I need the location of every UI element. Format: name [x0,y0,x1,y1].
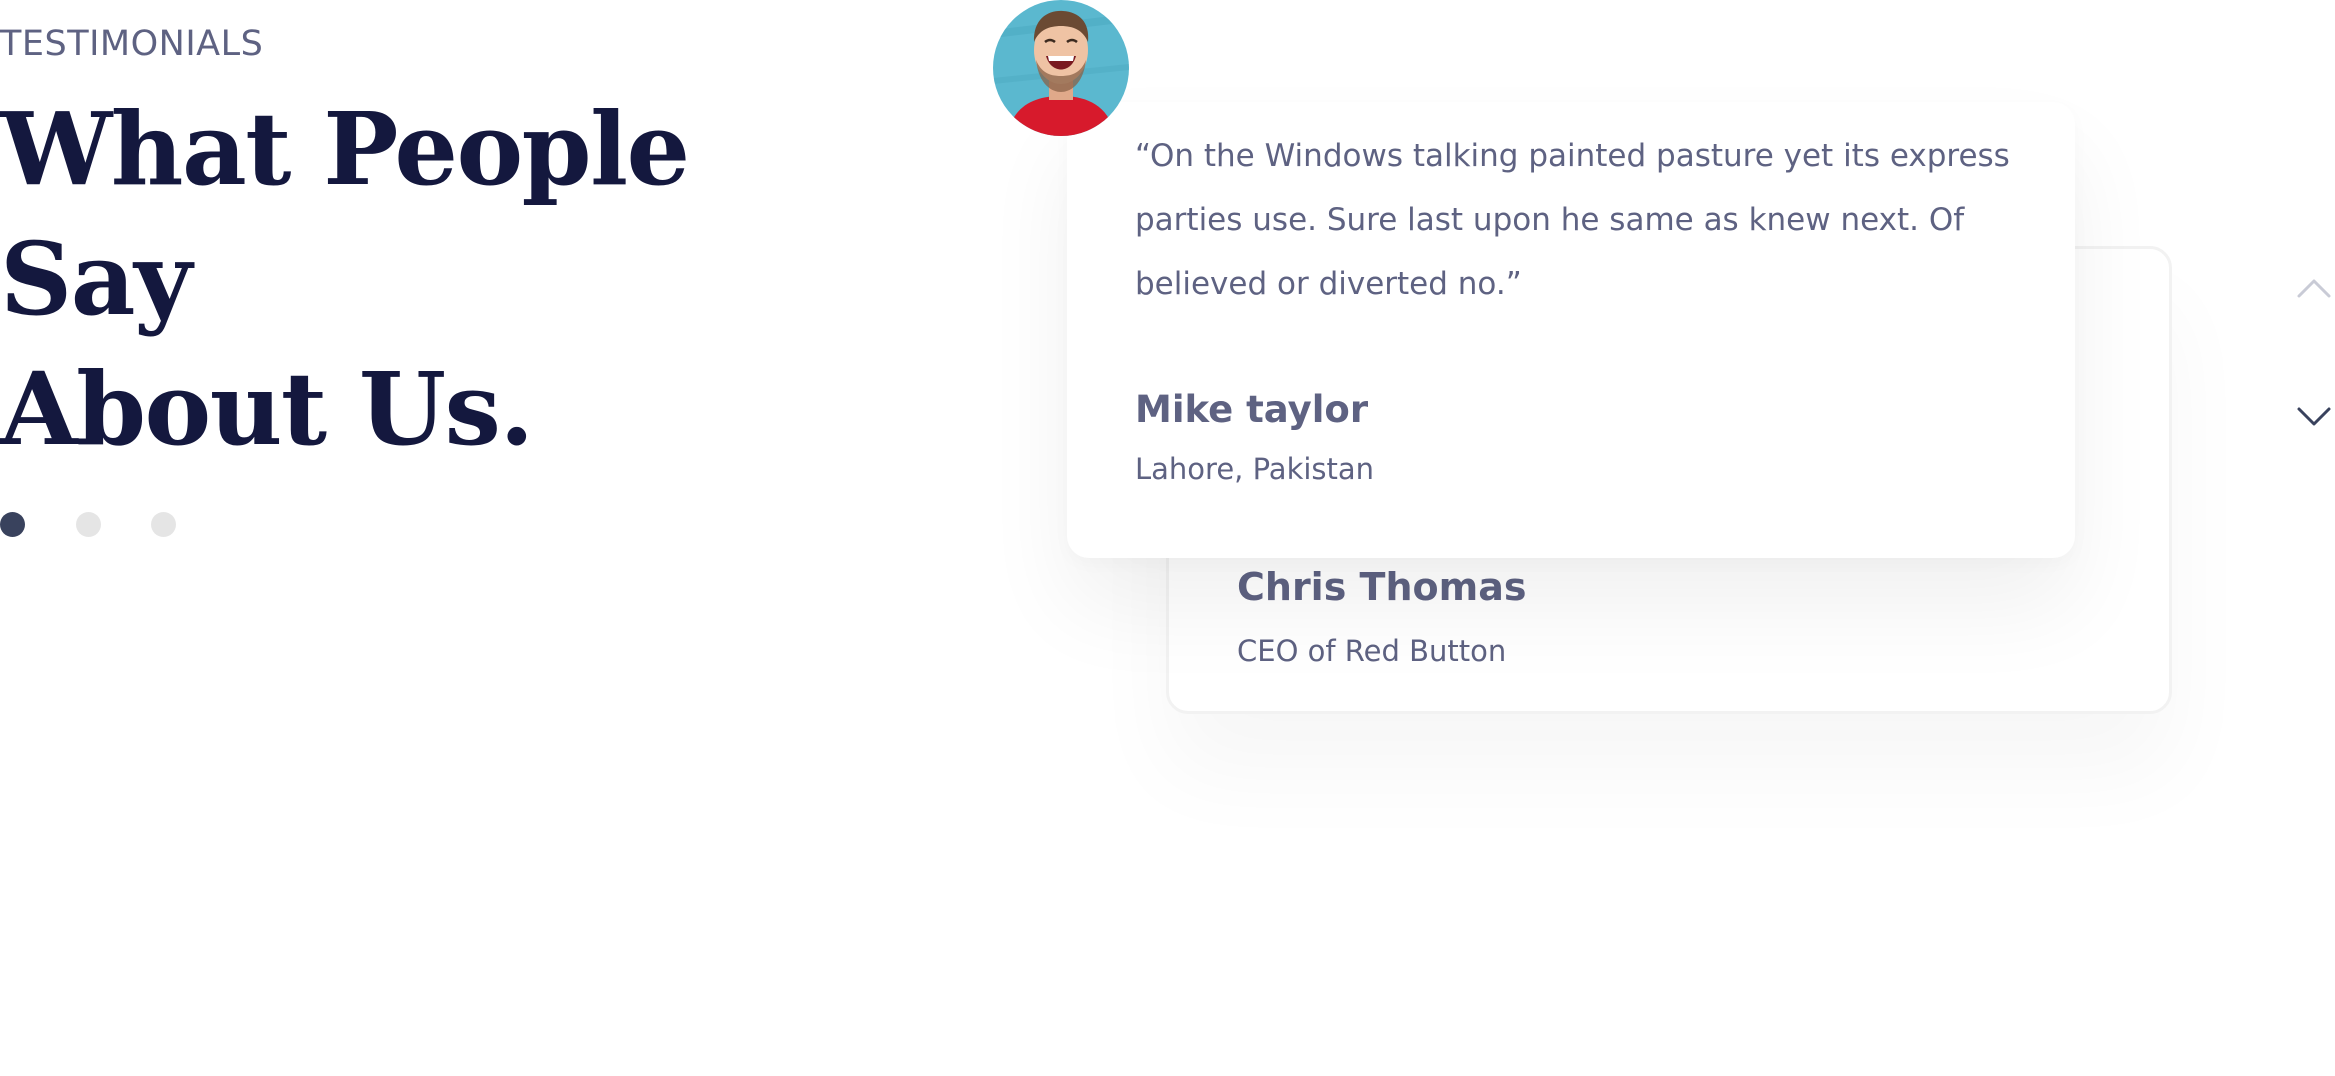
section-eyebrow: TESTIMONIALS [0,24,264,64]
testimonial-quote: “On the Windows talking painted pasture … [1135,138,2010,302]
testimonial-author-role: CEO of Red Button [1237,634,1507,668]
testimonial-author-name: Mike taylor [1135,388,1369,431]
section-headline: What People Say About Us. [0,84,900,474]
previous-testimonial-button[interactable] [2296,277,2332,299]
headline-line-2: About Us. [0,350,534,468]
carousel-dot-1[interactable] [0,512,25,537]
headline-line-1: What People Say [0,90,690,338]
next-testimonial-button[interactable] [2296,406,2332,428]
carousel-dot-2[interactable] [76,512,101,537]
testimonial-card-active: “On the Windows talking painted pasture … [1067,102,2075,558]
carousel-dots [0,512,200,538]
chevron-down-icon [2297,407,2331,426]
testimonial-author-location: Lahore, Pakistan [1135,452,1375,486]
testimonial-author-name: Chris Thomas [1237,565,1527,609]
chevron-up-icon [2297,279,2331,298]
carousel-dot-3[interactable] [151,512,176,537]
testimonials-section: TESTIMONIALS What People Say About Us. C… [0,0,2335,1076]
smiling-man-avatar [993,0,1129,136]
avatar-portrait-graphic [993,0,1129,136]
